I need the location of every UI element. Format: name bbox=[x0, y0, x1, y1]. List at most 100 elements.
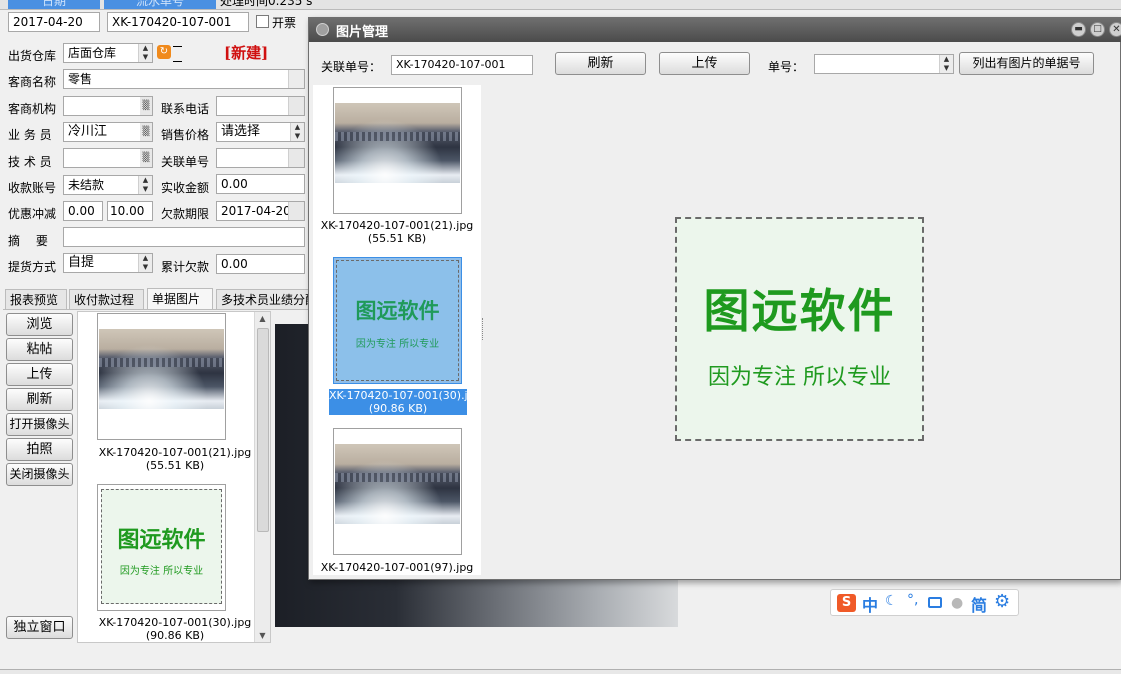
picker-icon[interactable]: ▒ bbox=[140, 149, 152, 167]
order-no-label: 单号： bbox=[768, 60, 805, 74]
close-icon[interactable]: ✕ bbox=[1109, 22, 1121, 37]
tab-panel-border bbox=[3, 309, 311, 310]
date-column-header[interactable]: 日期 bbox=[8, 0, 100, 9]
due-date-field[interactable]: 2017-04-20 bbox=[216, 201, 305, 221]
invoice-label: 开票 bbox=[272, 16, 297, 30]
processing-time: 处理时间0.235 s bbox=[220, 0, 313, 8]
received-label: 实收金额 bbox=[161, 181, 210, 195]
keyboard-icon[interactable] bbox=[928, 597, 942, 608]
tech-field[interactable]: ▒ bbox=[63, 148, 153, 168]
dialog-titlebar[interactable]: 图片管理 ▬ □ ✕ bbox=[309, 18, 1121, 42]
discount-rate-field[interactable]: 10.00 bbox=[107, 201, 153, 221]
price-select[interactable]: 请选择 ▲ ▼ bbox=[216, 122, 305, 142]
customer-field[interactable]: 零售 bbox=[63, 69, 305, 89]
thumbnail-image[interactable] bbox=[97, 313, 226, 440]
agency-field[interactable]: ▒ bbox=[63, 96, 153, 116]
tab-report-preview[interactable]: 报表预览 bbox=[5, 289, 67, 310]
moon-icon[interactable]: ☾ bbox=[885, 593, 898, 609]
picker-icon[interactable] bbox=[288, 70, 304, 88]
warehouse-select[interactable]: 店面仓库 ▲ ▼ bbox=[63, 43, 153, 63]
invoice-checkbox[interactable] bbox=[256, 15, 269, 28]
paste-button[interactable]: 粘帖 bbox=[6, 338, 73, 361]
total-debt-label: 累计欠款 bbox=[161, 260, 210, 274]
tab-tech-performance[interactable]: 多技术员业绩分配 bbox=[216, 289, 310, 310]
thumbnail-image-selected[interactable]: 图远软件 因为专注 所以专业 bbox=[333, 257, 462, 384]
refresh-icon[interactable]: ↻ bbox=[157, 45, 171, 59]
thumbnail-image[interactable] bbox=[333, 87, 462, 214]
picker-icon[interactable]: ▒ bbox=[140, 123, 152, 141]
total-debt-field[interactable]: 0.00 bbox=[216, 254, 305, 274]
delivery-select[interactable]: 自提 ▲ ▼ bbox=[63, 253, 153, 273]
agency-label: 客商机构 bbox=[8, 102, 57, 116]
order-serial-field[interactable]: XK-170420-107-001 bbox=[107, 12, 249, 32]
text-cursor bbox=[173, 46, 182, 62]
chevron-updown-icon: ▲ ▼ bbox=[290, 123, 304, 141]
list-orders-with-images-button[interactable]: 列出有图片的单据号 bbox=[959, 52, 1094, 75]
discount-field[interactable]: 0.00 bbox=[63, 201, 103, 221]
thumbnail-scrollbar[interactable]: ▲ ▼ bbox=[254, 312, 270, 642]
browse-button[interactable]: 浏览 bbox=[6, 313, 73, 336]
ime-toolbar[interactable]: S 中 ☾ °, ● 简 ⚙ bbox=[830, 589, 1019, 616]
image-preview-area: 图远软件 因为专注 所以专业 bbox=[487, 85, 1118, 577]
order-no-select[interactable]: ▲ ▼ bbox=[814, 54, 954, 74]
ref-no-label: 关联单号： bbox=[321, 60, 382, 74]
thumbnail-caption-selected: XK-170420-107-001(30).jpg (90.86 KB) bbox=[329, 389, 481, 415]
thumbnail-caption: XK-170420-107-001(21).jpg (55.51 KB) bbox=[320, 219, 474, 245]
thumbnail-image[interactable] bbox=[333, 428, 462, 555]
open-camera-button[interactable]: 打开摄像头 bbox=[6, 413, 73, 436]
picker-icon[interactable] bbox=[288, 97, 304, 115]
app-icon bbox=[316, 23, 329, 36]
thumbnail-image[interactable]: 图远软件 因为专注 所以专业 bbox=[97, 484, 226, 611]
account-select[interactable]: 未结款 ▲ ▼ bbox=[63, 175, 153, 195]
discount-label: 优惠冲减 bbox=[8, 207, 57, 221]
scroll-down-icon[interactable]: ▼ bbox=[255, 631, 270, 640]
gear-icon[interactable]: ⚙ bbox=[994, 591, 1010, 612]
ref-label: 关联单号 bbox=[161, 155, 210, 169]
user-icon[interactable]: ● bbox=[951, 595, 963, 611]
order-date-field[interactable]: 2017-04-20 bbox=[8, 12, 100, 32]
simplified-icon[interactable]: 简 bbox=[971, 592, 987, 616]
ref-field[interactable] bbox=[216, 148, 305, 168]
minimize-icon[interactable]: ▬ bbox=[1071, 22, 1086, 37]
upload-button[interactable]: 上传 bbox=[6, 363, 73, 386]
standalone-window-button[interactable]: 独立窗口 bbox=[6, 616, 73, 639]
photo-preview bbox=[335, 444, 460, 524]
calendar-icon[interactable] bbox=[288, 202, 304, 220]
status-bar bbox=[0, 669, 1121, 674]
thumbnail-list[interactable]: XK-170420-107-001(21).jpg (55.51 KB) 图远软件… bbox=[77, 311, 271, 643]
splitter-handle[interactable] bbox=[482, 318, 485, 340]
image-manager-dialog: 图片管理 ▬ □ ✕ 关联单号： XK-170420-107-001 刷新 上传… bbox=[308, 17, 1121, 580]
chevron-updown-icon: ▲ ▼ bbox=[939, 55, 953, 73]
tab-document-images[interactable]: 单据图片 bbox=[147, 288, 213, 310]
photo-preview bbox=[99, 329, 224, 409]
capture-button[interactable]: 拍照 bbox=[6, 438, 73, 461]
dialog-title: 图片管理 bbox=[336, 25, 389, 40]
logo-image: 图远软件 因为专注 所以专业 bbox=[101, 489, 222, 604]
picker-icon[interactable]: ▒ bbox=[140, 97, 152, 115]
memo-label: 摘 要 bbox=[8, 234, 48, 248]
memo-field[interactable] bbox=[63, 227, 305, 247]
price-label: 销售价格 bbox=[161, 128, 210, 142]
refresh-button[interactable]: 刷新 bbox=[6, 388, 73, 411]
maximize-icon[interactable]: □ bbox=[1090, 22, 1105, 37]
punctuation-icon[interactable]: °, bbox=[907, 592, 918, 608]
scroll-up-icon[interactable]: ▲ bbox=[255, 314, 270, 323]
received-field[interactable]: 0.00 bbox=[216, 174, 305, 194]
ref-no-field[interactable]: XK-170420-107-001 bbox=[391, 55, 533, 75]
new-record-badge: [新建] bbox=[224, 44, 269, 62]
serial-column-header[interactable]: 流水单号 bbox=[104, 0, 216, 9]
phone-field[interactable] bbox=[216, 96, 305, 116]
salesman-field[interactable]: 冷川江 ▒ bbox=[63, 122, 153, 142]
tab-payment-process[interactable]: 收付款过程 bbox=[69, 289, 144, 310]
scrollbar-thumb[interactable] bbox=[257, 328, 269, 532]
dialog-refresh-button[interactable]: 刷新 bbox=[555, 52, 646, 75]
picker-icon[interactable] bbox=[288, 149, 304, 167]
thumbnail-caption: XK-170420-107-001(30).jpg (90.86 KB) bbox=[98, 616, 252, 642]
tech-label: 技 术 员 bbox=[8, 155, 52, 169]
dialog-thumbnail-list[interactable]: XK-170420-107-001(21).jpg (55.51 KB) 图远软件… bbox=[313, 85, 481, 575]
close-camera-button[interactable]: 关闭摄像头 bbox=[6, 463, 73, 486]
dialog-upload-button[interactable]: 上传 bbox=[659, 52, 750, 75]
chinese-mode-icon[interactable]: 中 bbox=[862, 592, 878, 616]
chevron-updown-icon: ▲ ▼ bbox=[138, 44, 152, 62]
preview-logo-image: 图远软件 因为专注 所以专业 bbox=[675, 217, 924, 441]
